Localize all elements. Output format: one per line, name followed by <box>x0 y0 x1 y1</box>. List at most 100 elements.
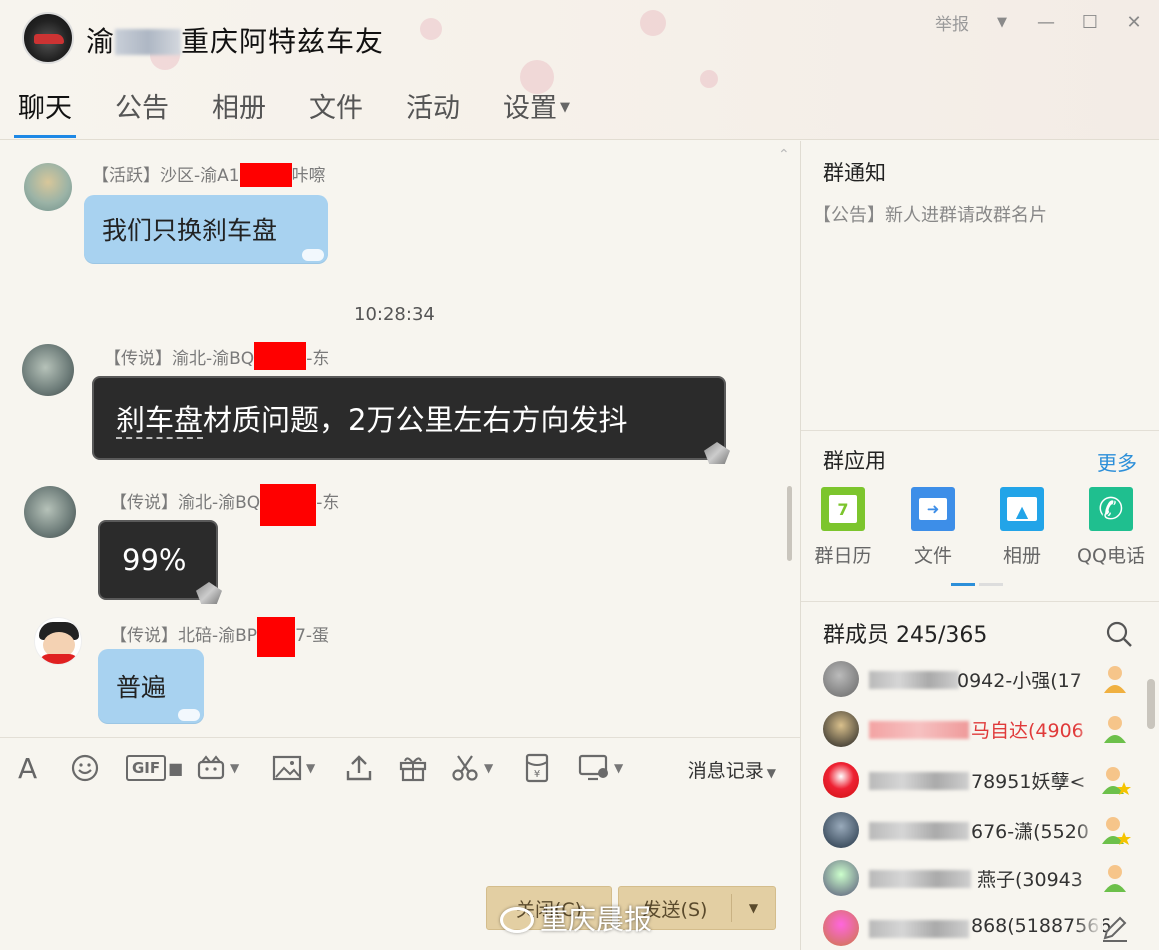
message-bubble[interactable]: 刹车盘材质问题，2万公里左右方向发抖 <box>92 376 730 464</box>
members-title: 群成员 245/365 <box>823 623 988 648</box>
tab-album[interactable]: 相册 <box>212 86 266 138</box>
member-name: 78951妖孽< <box>971 771 1086 793</box>
bubble-decoration-icon <box>302 249 324 261</box>
sender-name-prefix: 【传说】北碚-渝BP <box>110 626 258 646</box>
upload-icon[interactable] <box>344 754 374 782</box>
message-bubble[interactable]: 99% <box>98 520 222 604</box>
tab-chat[interactable]: 聊天 <box>14 86 76 138</box>
app-files[interactable]: ➜ 文件 <box>893 487 973 568</box>
group-avatar[interactable] <box>22 12 74 64</box>
message-text: 我们只换刹车盘 <box>102 216 278 245</box>
photo-icon: ▲ <box>1000 487 1044 531</box>
more-apps-link[interactable]: 更多 <box>1097 447 1137 476</box>
right-panel: 群通知 【公告】新人进群请改群名片 群应用 更多 7 群日历 ➜ 文件 ▲ 相册… <box>800 141 1159 950</box>
chevron-down-icon[interactable]: ▼ <box>732 901 775 915</box>
member-row[interactable]: 马自达(4906 <box>821 709 1151 749</box>
redaction-blur <box>869 772 969 790</box>
message-bubble[interactable]: 我们只换刹车盘 <box>84 195 328 263</box>
tab-label: 聊天 <box>18 93 72 124</box>
magic-expression-icon[interactable]: ▼ <box>196 754 239 782</box>
maximize-icon[interactable]: ☐ <box>1079 12 1101 34</box>
keyword-link[interactable]: 刹车盘 <box>116 403 204 439</box>
watermark-text: 重庆晨报 <box>540 903 653 936</box>
app-page-indicator[interactable] <box>951 583 1003 586</box>
chevron-down-icon[interactable]: ▼ <box>614 761 623 775</box>
font-icon[interactable]: A <box>18 752 37 785</box>
message-bubble[interactable]: 普遍 <box>98 649 204 723</box>
member-row[interactable]: 78951妖孽< <box>821 760 1151 800</box>
redaction-blur <box>869 721 969 739</box>
member-row[interactable]: 868(51887566 <box>821 908 1151 948</box>
red-packet-icon[interactable]: ¥ <box>522 753 552 783</box>
scissors-icon[interactable]: ▼ <box>450 754 493 782</box>
history-label: 消息记录 <box>687 760 764 782</box>
window-controls: 举报 ▼ — ☐ ✕ <box>935 10 1145 35</box>
page-dot[interactable] <box>951 583 975 586</box>
member-avatar <box>823 711 859 747</box>
redaction-blur <box>869 870 971 888</box>
calendar-icon: 7 <box>821 487 865 531</box>
redaction-blur <box>115 29 182 55</box>
tab-files[interactable]: 文件 <box>309 86 363 138</box>
redaction-blur <box>869 822 969 840</box>
group-notice-text[interactable]: 【公告】新人进群请改群名片 <box>813 201 1047 227</box>
message-history-button[interactable]: 消息记录 ▼ <box>688 756 776 783</box>
sender-name[interactable]: 【传说】渝北-渝BQ -东 <box>104 342 329 370</box>
calendar-glyph: 7 <box>829 495 857 523</box>
image-icon[interactable]: ▼ <box>272 754 315 782</box>
chat-message-area[interactable]: ⌃ 【活跃】沙区-渝A1 咔嚓 我们只换刹车盘 10:28:34 【传说】渝北-渝… <box>0 141 800 736</box>
tab-label: 公告 <box>115 93 169 124</box>
avatar[interactable] <box>24 486 76 538</box>
gift-icon[interactable] <box>398 754 428 782</box>
tab-settings[interactable]: 设置 ▼ <box>503 86 570 138</box>
avatar[interactable] <box>24 163 72 211</box>
blossom-decoration <box>700 70 718 88</box>
chevron-down-icon[interactable]: ▼ <box>306 761 315 775</box>
app-calendar[interactable]: 7 群日历 <box>803 487 883 568</box>
member-name: 马自达(4906 <box>971 720 1084 742</box>
search-icon[interactable] <box>1105 620 1133 652</box>
minimize-icon[interactable]: — <box>1035 12 1057 34</box>
phone-icon: ✆ <box>1089 487 1133 531</box>
member-role-icon <box>1104 865 1126 892</box>
tab-activity[interactable]: 活动 <box>406 86 460 138</box>
screen-share-icon[interactable]: ▼ <box>578 754 623 782</box>
member-row[interactable]: 0942-小强(17 <box>821 659 1151 699</box>
avatar[interactable] <box>22 344 74 396</box>
app-label: 文件 <box>913 545 952 567</box>
avatar[interactable] <box>34 617 82 665</box>
photo-glyph: ▲ <box>1007 497 1037 521</box>
svg-text:¥: ¥ <box>534 769 540 780</box>
menu-dropdown-icon[interactable]: ▼ <box>991 12 1013 34</box>
member-name: 燕子(30943 <box>977 869 1083 891</box>
gif-icon[interactable]: GIF ■ <box>126 754 183 782</box>
chevron-down-icon: ▼ <box>560 100 570 115</box>
group-apps-title: 群应用 <box>823 449 886 473</box>
chevron-down-icon[interactable]: ▼ <box>484 761 493 775</box>
folder-glyph: ➜ <box>919 498 947 520</box>
tab-announcement[interactable]: 公告 <box>115 86 169 138</box>
report-button[interactable]: 举报 <box>935 10 969 35</box>
app-qq-phone[interactable]: ✆ QQ电话 <box>1071 487 1151 568</box>
sender-name-prefix: 【传说】渝北-渝BQ <box>104 349 255 369</box>
chat-scrollbar[interactable] <box>787 486 792 561</box>
edit-pencil-icon[interactable] <box>1099 912 1131 944</box>
member-role-icon <box>1104 716 1126 743</box>
member-avatar <box>823 860 859 896</box>
app-label: QQ电话 <box>1077 545 1145 567</box>
member-row[interactable]: 676-潇(5520 <box>821 810 1151 850</box>
admin-star-icon <box>1102 817 1131 845</box>
chevron-down-icon[interactable]: ▼ <box>230 761 239 775</box>
collapse-arrow-icon[interactable]: ⌃ <box>778 147 794 163</box>
app-album[interactable]: ▲ 相册 <box>982 487 1062 568</box>
member-row[interactable]: 燕子(30943 <box>821 858 1151 898</box>
sender-name-suffix: 咔嚓 <box>291 166 326 186</box>
emoji-icon[interactable] <box>70 754 100 782</box>
app-label: 群日历 <box>814 545 872 567</box>
sender-name[interactable]: 【活跃】沙区-渝A1 咔嚓 <box>92 161 326 187</box>
page-dot[interactable] <box>979 583 1003 586</box>
blossom-decoration <box>420 18 442 40</box>
camera-icon: ■ <box>168 758 184 778</box>
close-icon[interactable]: ✕ <box>1123 12 1145 34</box>
members-scrollbar[interactable] <box>1147 679 1155 729</box>
